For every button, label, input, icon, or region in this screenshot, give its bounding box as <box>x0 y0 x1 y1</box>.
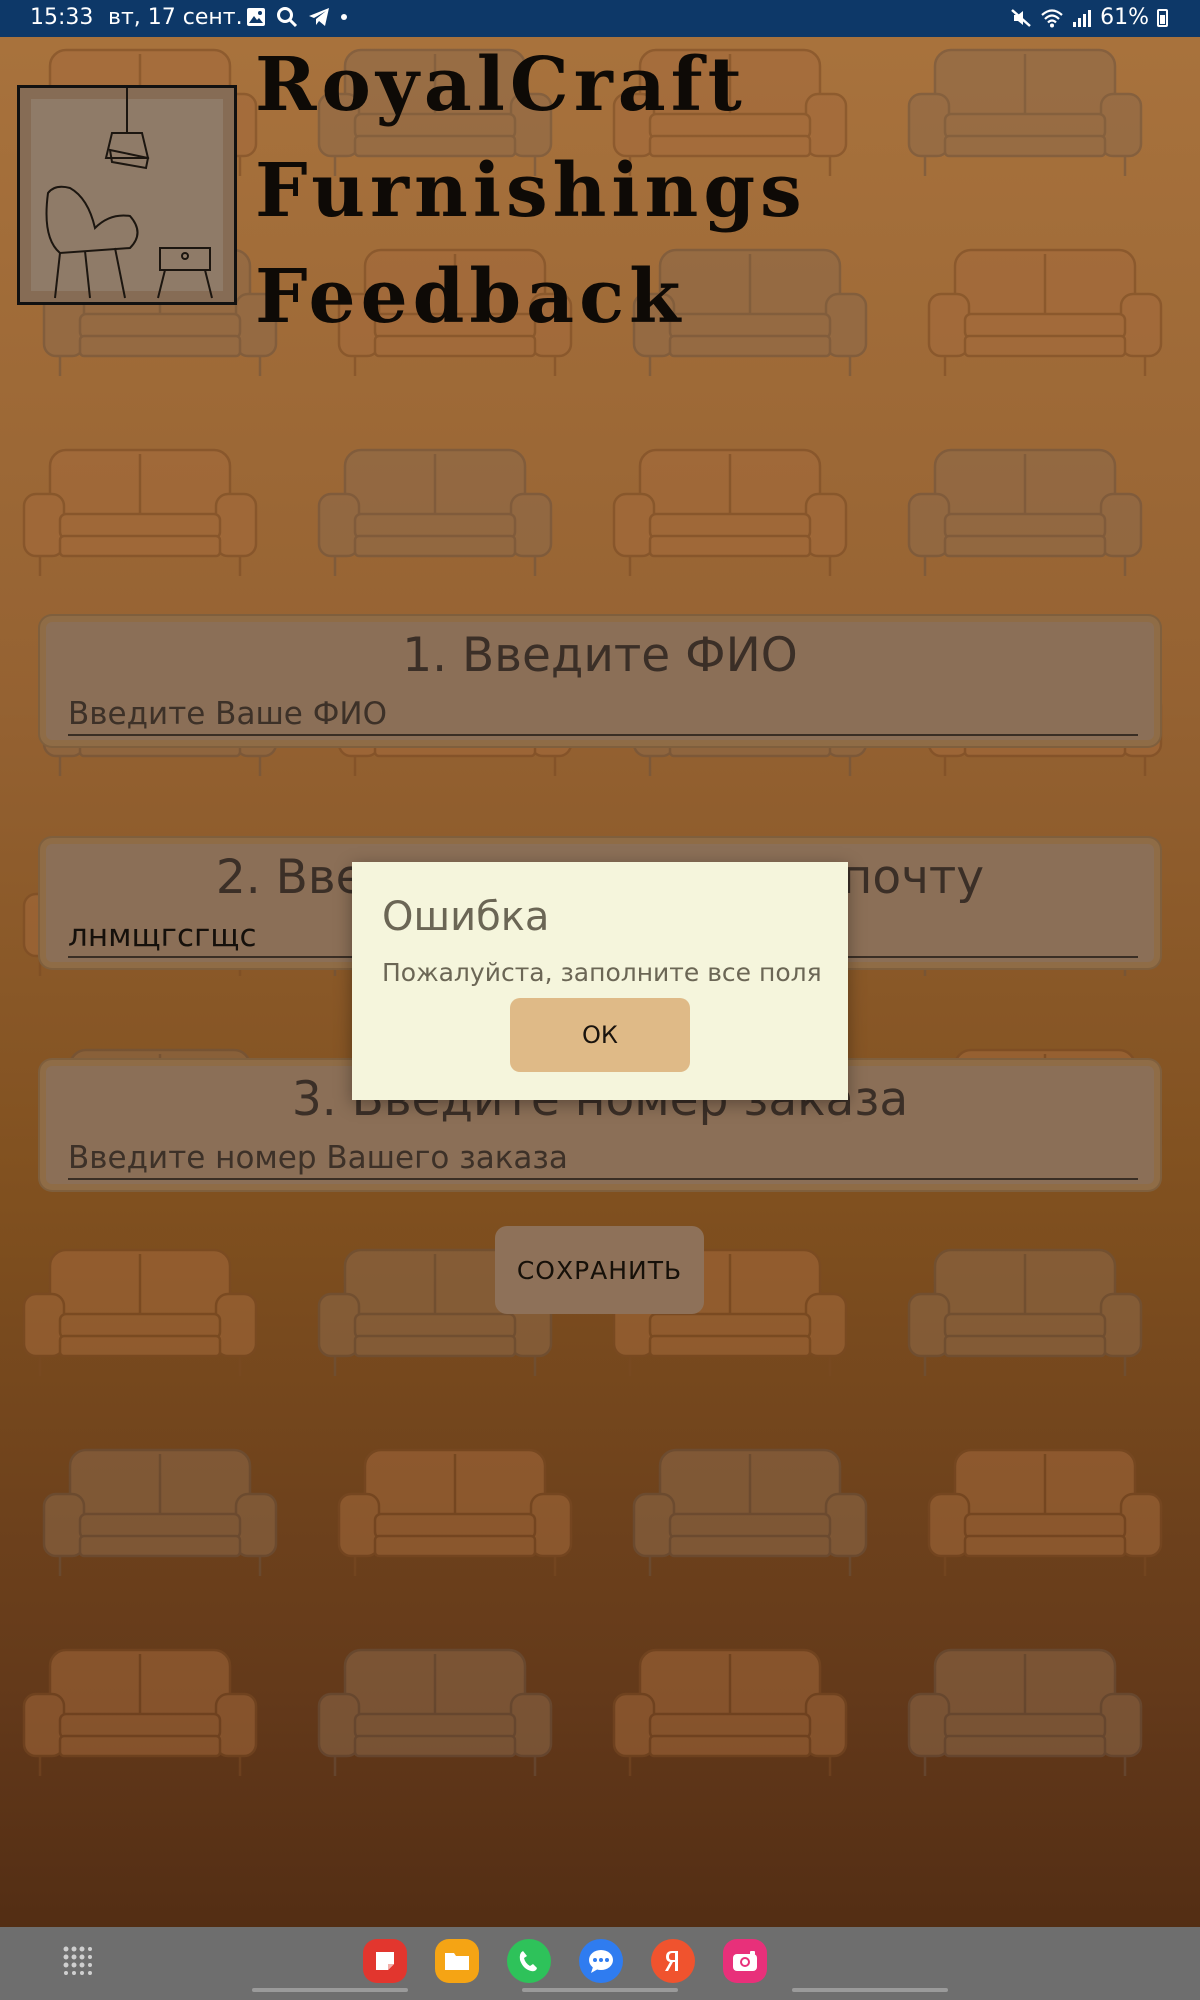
home-button[interactable] <box>522 1988 678 1992</box>
sofa-pattern-icon <box>612 448 848 576</box>
apps-grid-icon[interactable] <box>62 1945 92 1975</box>
sofa-pattern-icon <box>907 1648 1143 1776</box>
telegram-icon <box>309 8 329 26</box>
ok-button[interactable]: ОК <box>510 998 690 1072</box>
messages-icon[interactable] <box>579 1939 623 1983</box>
signal-icon <box>1073 9 1092 27</box>
camera-icon[interactable] <box>723 1939 767 1983</box>
search-icon <box>277 7 298 28</box>
sofa-pattern-icon <box>337 1448 573 1576</box>
status-date: вт, 17 сент. <box>108 5 243 30</box>
sofa-pattern-icon <box>22 448 258 576</box>
logo <box>17 85 237 305</box>
recent-apps-button[interactable] <box>252 1988 408 1992</box>
question-card-1: 1. Введите ФИО Введите Ваше ФИО <box>40 616 1160 746</box>
gallery-icon <box>247 8 265 26</box>
dialog-title: Ошибка <box>382 894 550 940</box>
sofa-pattern-icon <box>927 1448 1163 1576</box>
notification-icons <box>246 6 348 28</box>
battery-icon <box>1157 8 1168 27</box>
sofa-pattern-icon <box>317 1648 553 1776</box>
app-title-line-2: Furnishings <box>255 148 807 234</box>
sofa-pattern-icon <box>22 1248 258 1376</box>
app-title-line-3: Feedback <box>255 254 686 340</box>
sofa-pattern-icon <box>907 1248 1143 1376</box>
sofa-pattern-icon <box>317 448 553 576</box>
yandex-icon[interactable] <box>651 1939 695 1983</box>
more-dot-icon <box>341 14 347 20</box>
sofa-pattern-icon <box>907 48 1143 176</box>
dialog-message: Пожалуйста, заполните все поля <box>382 958 822 987</box>
mute-icon <box>1011 8 1031 27</box>
sofa-pattern-icon <box>612 1648 848 1776</box>
armchair-lamp-logo-icon <box>45 88 213 299</box>
app-title-line-1: RoyalCraft <box>255 42 747 128</box>
sofa-pattern-icon <box>22 1648 258 1776</box>
status-bar: 15:33 вт, 17 сент. 61% <box>0 0 1200 37</box>
back-button[interactable] <box>792 1988 948 1992</box>
status-time: 15:33 <box>30 5 94 30</box>
phone-icon[interactable] <box>507 1939 551 1983</box>
save-button[interactable]: СОХРАНИТЬ <box>495 1226 704 1314</box>
question-label-1: 1. Введите ФИО <box>402 628 798 683</box>
system-icons: 61% <box>1010 5 1168 30</box>
error-dialog: Ошибка Пожалуйста, заполните все поля ОК <box>352 862 848 1100</box>
wifi-icon <box>1041 8 1063 27</box>
notes-icon[interactable] <box>363 1939 407 1983</box>
files-icon[interactable] <box>435 1939 479 1983</box>
sofa-pattern-icon <box>927 248 1163 376</box>
navigation-bar <box>0 1927 1200 2000</box>
sofa-pattern-icon <box>632 1448 868 1576</box>
sofa-pattern-icon <box>907 448 1143 576</box>
app-dock <box>363 1939 767 1983</box>
order-number-input[interactable]: Введите номер Вашего заказа <box>68 1138 1138 1180</box>
sofa-pattern-icon <box>42 1448 278 1576</box>
battery-percent: 61% <box>1100 5 1149 30</box>
fio-input[interactable]: Введите Ваше ФИО <box>68 694 1138 736</box>
